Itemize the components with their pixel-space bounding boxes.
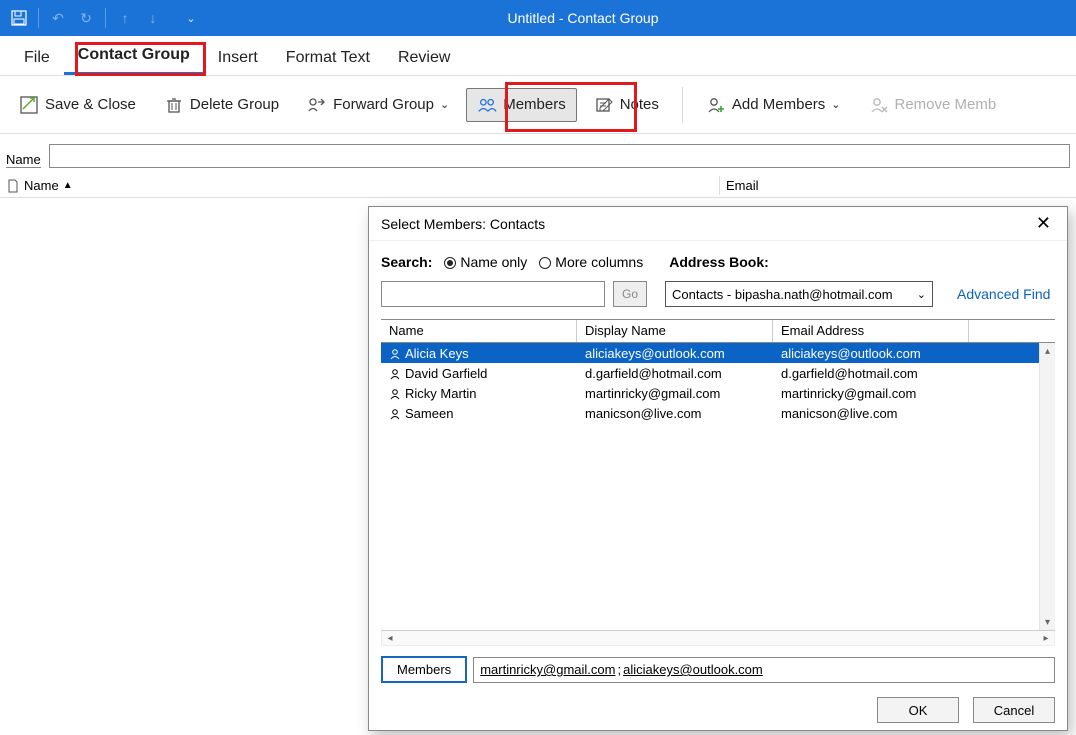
ok-button[interactable]: OK — [877, 697, 959, 723]
cancel-button[interactable]: Cancel — [973, 697, 1055, 723]
person-icon — [389, 388, 401, 400]
remove-members-icon — [869, 95, 889, 115]
notes-label: Notes — [620, 96, 659, 113]
tab-review[interactable]: Review — [384, 41, 464, 75]
search-label: Search: — [381, 254, 432, 270]
quick-access-toolbar: ↶ ↻ ↑ ↓ ⌄ — [0, 7, 210, 29]
grid-header-spacer — [969, 320, 1055, 342]
members-add-button[interactable]: Members — [381, 656, 467, 683]
chevron-down-icon: ⌄ — [440, 98, 449, 111]
search-input[interactable] — [381, 281, 605, 307]
save-close-button[interactable]: Save & Close — [8, 88, 147, 122]
list-header-name-label: Name — [24, 178, 59, 193]
title-bar: ↶ ↻ ↑ ↓ ⌄ Untitled - Contact Group — [0, 0, 1076, 36]
down-icon[interactable]: ↓ — [142, 7, 164, 29]
add-members-label: Add Members — [732, 96, 825, 113]
radio-more-columns[interactable]: More columns — [539, 254, 643, 270]
members-field[interactable]: martinricky@gmail.com; aliciakeys@outloo… — [473, 657, 1055, 683]
table-row[interactable]: Sameenmanicson@live.commanicson@live.com — [381, 403, 1055, 423]
address-book-combo[interactable]: Contacts - bipasha.nath@hotmail.com ⌄ — [665, 281, 933, 307]
add-members-button[interactable]: Add Members ⌄ — [695, 88, 852, 122]
dialog-titlebar: Select Members: Contacts ✕ — [369, 207, 1067, 241]
tab-contact-group[interactable]: Contact Group — [64, 38, 204, 75]
tab-insert[interactable]: Insert — [204, 41, 272, 75]
select-members-dialog: Select Members: Contacts ✕ Search: Name … — [368, 206, 1068, 731]
redo-icon[interactable]: ↻ — [75, 7, 97, 29]
table-row[interactable]: Ricky Martinmartinricky@gmail.commartinr… — [381, 383, 1055, 403]
members-icon — [477, 95, 497, 115]
scroll-left-icon[interactable]: ◂ — [382, 633, 398, 644]
sort-asc-icon: ▲ — [63, 180, 73, 191]
list-header: Name ▲ Email — [0, 174, 1076, 198]
remove-members-label: Remove Memb — [895, 96, 997, 113]
radio-off-icon — [539, 257, 551, 269]
members-label: Members — [503, 96, 566, 113]
vertical-scrollbar[interactable]: ▴ ▾ — [1039, 343, 1055, 630]
remove-members-button[interactable]: Remove Memb — [858, 88, 1008, 122]
document-icon — [6, 179, 20, 193]
forward-group-label: Forward Group — [333, 96, 434, 113]
save-close-label: Save & Close — [45, 96, 136, 113]
person-icon — [389, 408, 401, 420]
notes-button[interactable]: Notes — [583, 88, 670, 122]
delete-group-label: Delete Group — [190, 96, 279, 113]
list-header-email-label: Email — [726, 178, 759, 193]
contacts-grid: Name Display Name Email Address ▴ ▾ Alic… — [381, 319, 1055, 646]
ribbon-divider — [682, 87, 683, 123]
notes-icon — [594, 95, 614, 115]
delete-group-button[interactable]: Delete Group — [153, 88, 290, 122]
grid-header-email[interactable]: Email Address — [773, 320, 969, 342]
dialog-title: Select Members: Contacts — [381, 216, 545, 232]
qat-customize-icon[interactable]: ⌄ — [180, 7, 202, 29]
list-header-email[interactable]: Email — [720, 176, 1076, 195]
undo-icon[interactable]: ↶ — [47, 7, 69, 29]
scroll-down-icon[interactable]: ▾ — [1040, 614, 1055, 630]
grid-header: Name Display Name Email Address — [381, 319, 1055, 343]
ribbon-tabs: File Contact Group Insert Format Text Re… — [0, 36, 1076, 76]
horizontal-scrollbar[interactable]: ◂ ▸ — [381, 630, 1055, 646]
members-button[interactable]: Members — [466, 88, 577, 122]
close-icon[interactable]: ✕ — [1028, 209, 1059, 238]
grid-body: ▴ ▾ Alicia Keysaliciakeys@outlook.comali… — [381, 343, 1055, 631]
go-button[interactable]: Go — [613, 281, 647, 307]
grid-header-display[interactable]: Display Name — [577, 320, 773, 342]
advanced-find-link[interactable]: Advanced Find — [957, 286, 1050, 302]
table-row[interactable]: David Garfieldd.garfield@hotmail.comd.ga… — [381, 363, 1055, 383]
scroll-right-icon[interactable]: ▸ — [1038, 633, 1054, 644]
table-row[interactable]: Alicia Keysaliciakeys@outlook.comaliciak… — [381, 343, 1055, 363]
person-icon — [389, 368, 401, 380]
grid-header-name[interactable]: Name — [381, 320, 577, 342]
save-icon[interactable] — [8, 7, 30, 29]
forward-icon — [307, 95, 327, 115]
chevron-down-icon: ⌄ — [917, 288, 926, 301]
ribbon: Save & Close Delete Group Forward Group … — [0, 76, 1076, 134]
scroll-up-icon[interactable]: ▴ — [1040, 343, 1055, 359]
save-close-icon — [19, 95, 39, 115]
tab-file[interactable]: File — [10, 41, 64, 75]
radio-name-only[interactable]: Name only — [444, 254, 527, 270]
radio-on-icon — [444, 257, 456, 269]
list-header-name[interactable]: Name ▲ — [0, 176, 720, 195]
name-label: Name — [6, 152, 41, 168]
up-icon[interactable]: ↑ — [114, 7, 136, 29]
tab-format-text[interactable]: Format Text — [272, 41, 384, 75]
name-input[interactable] — [49, 144, 1070, 168]
forward-group-button[interactable]: Forward Group ⌄ — [296, 88, 460, 122]
person-icon — [389, 348, 401, 360]
name-row: Name — [0, 134, 1076, 168]
window-title: Untitled - Contact Group — [210, 10, 1076, 26]
address-book-value: Contacts - bipasha.nath@hotmail.com — [672, 287, 893, 302]
chevron-down-icon: ⌄ — [831, 98, 840, 111]
members-entry: aliciakeys@outlook.com — [623, 662, 763, 677]
members-entry: martinricky@gmail.com — [480, 662, 615, 677]
trash-icon — [164, 95, 184, 115]
add-members-icon — [706, 95, 726, 115]
address-book-label: Address Book: — [669, 254, 769, 270]
